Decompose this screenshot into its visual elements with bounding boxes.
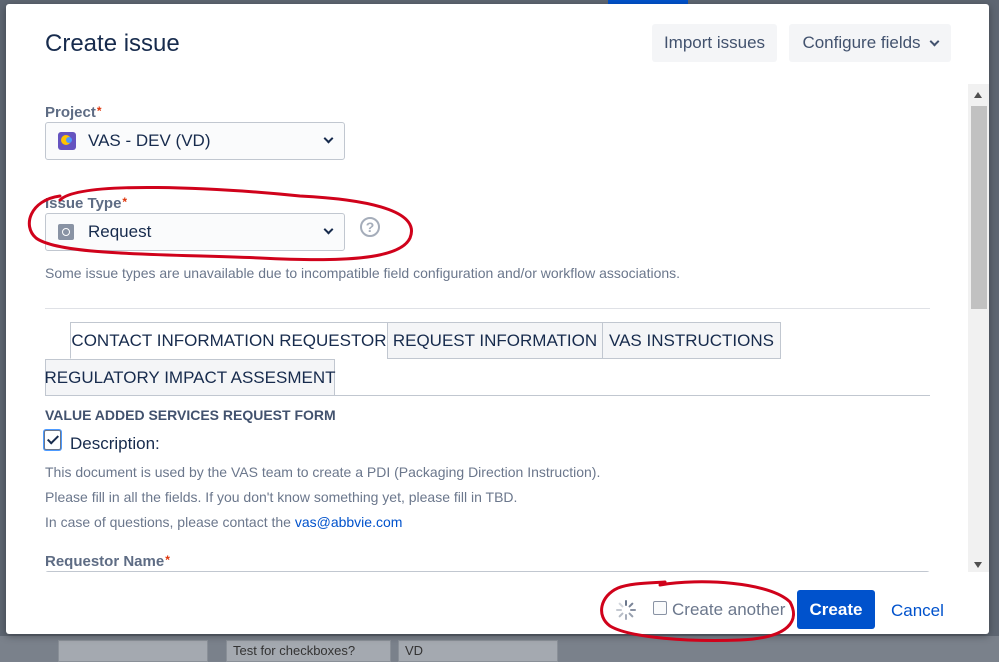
required-marker: *: [122, 195, 128, 209]
scroll-down-arrow-icon[interactable]: [974, 562, 982, 568]
section-title: VALUE ADDED SERVICES REQUEST FORM: [45, 407, 336, 423]
contact-email-link[interactable]: vas@abbvie.com: [295, 514, 403, 530]
project-avatar-icon: [58, 132, 76, 150]
description-paragraph: This document is used by the VAS team to…: [45, 464, 601, 480]
required-marker: *: [96, 104, 102, 118]
project-label: Project*: [45, 104, 102, 121]
required-marker: *: [165, 553, 170, 567]
dialog-title: Create issue: [45, 30, 180, 57]
tab-contact-information-requestor[interactable]: CONTACT INFORMATION REQUESTOR: [70, 322, 388, 359]
loading-spinner-icon: [616, 600, 636, 620]
description-paragraph: Please fill in all the fields. If you do…: [45, 489, 518, 505]
create-another-checkbox[interactable]: [653, 601, 667, 615]
contact-paragraph: In case of questions, please contact the…: [45, 514, 403, 530]
background-cell: Test for checkboxes?: [226, 640, 391, 662]
create-issue-dialog: Create issue Import issues Configure fie…: [6, 4, 989, 634]
tab-request-information[interactable]: REQUEST INFORMATION: [387, 322, 603, 359]
project-select[interactable]: VAS - DEV (VD): [45, 122, 345, 160]
scrollbar[interactable]: [968, 84, 989, 572]
import-issues-button[interactable]: Import issues: [652, 24, 777, 62]
cancel-button[interactable]: Cancel: [891, 601, 944, 621]
chevron-down-icon: [929, 36, 940, 46]
issue-type-label: Issue Type*: [45, 195, 128, 212]
scrollbar-thumb[interactable]: [971, 106, 987, 309]
request-type-icon: [58, 224, 74, 240]
configure-fields-button[interactable]: Configure fields: [789, 24, 951, 62]
chevron-down-icon: [323, 224, 334, 235]
description-label: Description:: [70, 434, 160, 453]
dialog-header: Create issue Import issues Configure fie…: [6, 4, 989, 84]
configure-fields-label: Configure fields: [802, 33, 921, 52]
requestor-name-input[interactable]: [45, 571, 930, 572]
help-icon[interactable]: ?: [360, 217, 380, 237]
background-cell: VD: [398, 640, 558, 662]
description-checkbox[interactable]: [44, 430, 61, 450]
scroll-up-arrow-icon[interactable]: [974, 92, 982, 98]
chevron-down-icon: [323, 133, 334, 144]
create-button[interactable]: Create: [797, 590, 875, 629]
requestor-name-label: Requestor Name*: [45, 553, 170, 570]
project-value: VAS - DEV (VD): [88, 131, 211, 150]
tab-vas-instructions[interactable]: VAS INSTRUCTIONS: [602, 322, 781, 359]
create-another-label[interactable]: Create another: [672, 600, 785, 620]
issue-type-select[interactable]: Request: [45, 213, 345, 251]
dialog-content[interactable]: Project* VAS - DEV (VD) Issue Type* Requ…: [6, 84, 968, 572]
issue-type-value: Request: [88, 222, 152, 241]
tab-regulatory-impact-assesment[interactable]: REGULATORY IMPACT ASSESMENT: [45, 359, 335, 396]
divider: [45, 308, 930, 309]
background-cell: [58, 640, 208, 662]
issue-type-note: Some issue types are unavailable due to …: [45, 265, 681, 281]
